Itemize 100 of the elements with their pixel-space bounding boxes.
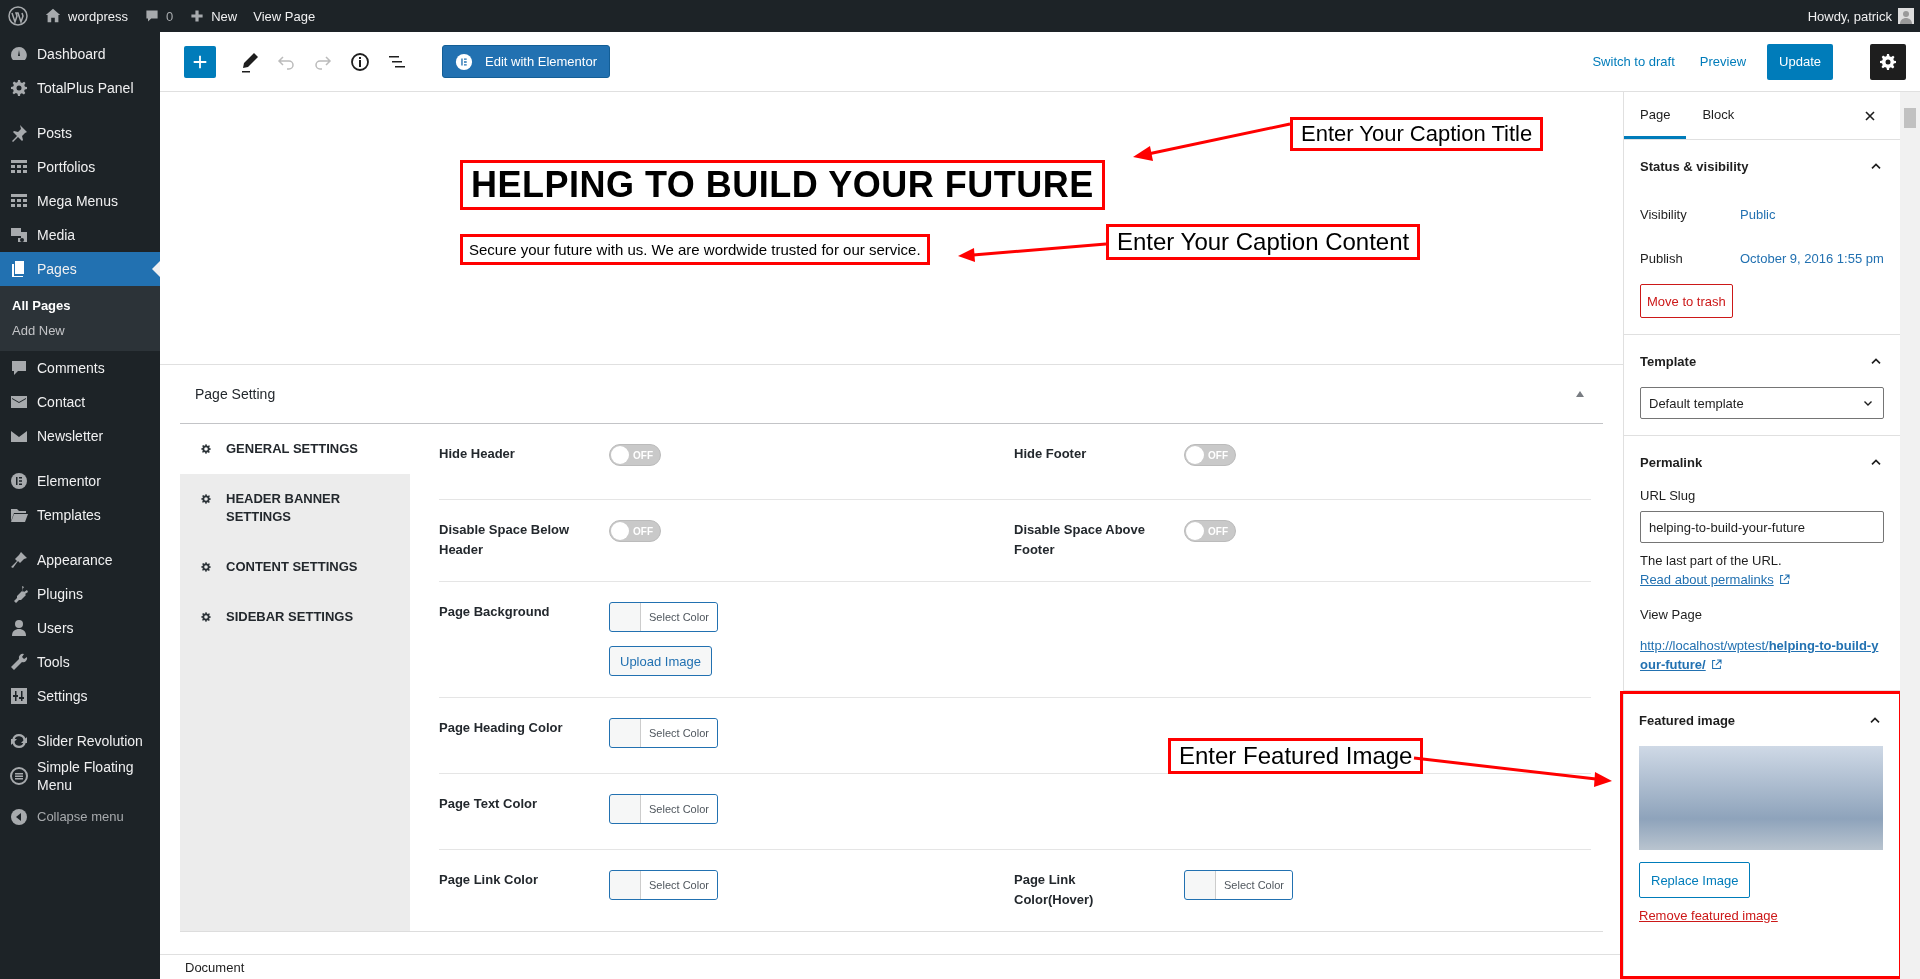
field-label: Page Link Color(Hover) [1014,871,1095,909]
home-icon [44,7,62,25]
new-link[interactable]: New [189,8,238,24]
preview-link[interactable]: Preview [1699,54,1747,69]
breadcrumb-text: Document [185,959,245,975]
howdy-text: Howdy, patrick [1807,8,1892,24]
sliders-icon [9,686,29,706]
page-title[interactable]: HELPING TO BUILD YOUR FUTURE [460,160,1105,210]
settings-tab[interactable]: HEADER BANNER SETTINGS [180,474,410,542]
menu-item[interactable]: Appearance [0,543,160,577]
view-page-link[interactable]: View Page [253,8,316,24]
page-url-link[interactable]: http://localhost/wptest/helping-to-build-your-future/ [1640,636,1884,674]
upload-image-button[interactable]: Upload Image [609,646,712,676]
remove-featured-image-link[interactable]: Remove featured image [1639,908,1883,923]
up-triangle-icon[interactable] [1575,389,1585,399]
settings-tab[interactable]: SIDEBAR SETTINGS [180,592,410,642]
settings-icon [1878,51,1898,72]
field-label: Hide Footer [1014,445,1088,463]
menu-item[interactable]: Elementor [0,464,160,498]
move-to-trash-button[interactable]: Move to trash [1640,284,1733,318]
menu-item[interactable]: Mega Menus [0,184,160,218]
menu-item[interactable]: Simple Floating Menu [0,758,160,794]
field-label: View Page [1640,607,1703,622]
field-label: Page Text Color [439,795,538,813]
color-picker-button[interactable]: Select Color [1184,870,1293,900]
annotation-label: Enter Your Caption Content [1106,224,1421,260]
menu-item[interactable]: Pages [0,252,160,286]
url-slug-field[interactable]: helping-to-build-your-future [1640,511,1884,543]
settings-tab[interactable]: CONTENT SETTINGS [180,542,410,592]
menu-item[interactable]: Comments [0,351,160,385]
section-title[interactable]: Template [1640,353,1697,369]
person-icon [9,618,29,638]
media-icon [9,225,29,245]
update-button[interactable]: Update [1767,43,1833,80]
letter-e-icon [455,52,473,71]
menu-item[interactable]: Plugins [0,577,160,611]
menu-item[interactable]: Media [0,218,160,252]
wrench-icon [9,652,29,672]
field-label: Publish [1640,250,1684,266]
sidebar-tab[interactable]: Page [1624,92,1687,139]
settings-button[interactable] [1870,43,1906,80]
menu-item[interactable]: Newsletter [0,419,160,453]
account-link[interactable]: Howdy, patrick [1807,8,1914,24]
edit-with-elementor-button[interactable]: Edit with Elementor [442,45,610,78]
paintbrush-icon [9,550,29,570]
switch-to-draft-link[interactable]: Switch to draft [1592,54,1675,69]
color-picker-button[interactable]: Select Color [609,870,718,900]
template-select[interactable]: Default template [1640,387,1884,419]
comments-link[interactable]: 0 [143,8,174,24]
external-link-icon [1709,658,1723,671]
letter-e-icon [9,471,29,491]
menu-item[interactable]: TotalPlus Panel [0,71,160,105]
field-label: Hide Header [439,445,516,463]
plus-icon [189,8,206,24]
read-about-permalinks-link[interactable]: Read about permalinks [1640,572,1791,587]
field-label: Disable Space Below Header [439,521,571,559]
field-label: Page Background [439,603,551,621]
menu-item[interactable]: Dashboard [0,37,160,71]
site-link[interactable]: wordpress [44,7,128,25]
menu-item[interactable]: Settings [0,679,160,713]
caption-paragraph[interactable]: Secure your future with us. We are wordwide trusted for our service. [460,234,930,265]
current-pointer [152,261,160,277]
section-title[interactable]: Status & visibility [1640,158,1749,174]
sidebar-tab[interactable]: Block [1686,92,1751,139]
wordpress-logo-icon[interactable] [8,6,28,26]
menu-item[interactable]: Users [0,611,160,645]
visibility-link[interactable]: Public [1740,206,1776,222]
menu-item[interactable]: Templates [0,498,160,532]
section-title[interactable]: Featured image [1639,712,1736,728]
menu-item[interactable]: Tools [0,645,160,679]
color-picker-button[interactable]: Select Color [609,718,718,748]
scrollbar[interactable] [1900,92,1920,979]
menu-item[interactable]: Posts [0,116,160,150]
add-block-button[interactable] [184,45,216,78]
field-label: Page Link Color [439,871,539,889]
collapse-menu-button[interactable]: Collapse menu [0,800,160,834]
panel-title: Page Setting [195,386,277,402]
submenu-item[interactable]: Add New [0,318,160,343]
refresh-icon [9,731,29,751]
avatar-icon [1898,8,1914,24]
gear-icon [200,561,212,573]
list-circle-icon [9,766,29,786]
speech-bubble-icon [143,8,160,24]
menu-item[interactable]: Contact [0,385,160,419]
site-name: wordpress [68,8,128,24]
color-picker-button[interactable]: Select Color [609,602,718,632]
field-label: Disable Space Above Footer [1014,521,1146,559]
gear-icon [200,611,212,623]
gear-icon [200,443,212,455]
replace-image-button[interactable]: Replace Image [1639,862,1751,898]
submenu-item[interactable]: All Pages [0,293,160,318]
color-picker-button[interactable]: Select Color [609,794,718,824]
speech-bubble-icon [9,358,29,378]
settings-tab[interactable]: GENERAL SETTINGS [180,424,410,474]
publish-date-link[interactable]: October 9, 2016 1:55 pm [1740,250,1884,266]
menu-item[interactable]: Slider Revolution [0,724,160,758]
menu-item[interactable]: Portfolios [0,150,160,184]
annotation-label: Enter Your Caption Title [1290,117,1544,151]
gear-icon [9,78,29,98]
section-title[interactable]: Permalink [1640,454,1703,470]
